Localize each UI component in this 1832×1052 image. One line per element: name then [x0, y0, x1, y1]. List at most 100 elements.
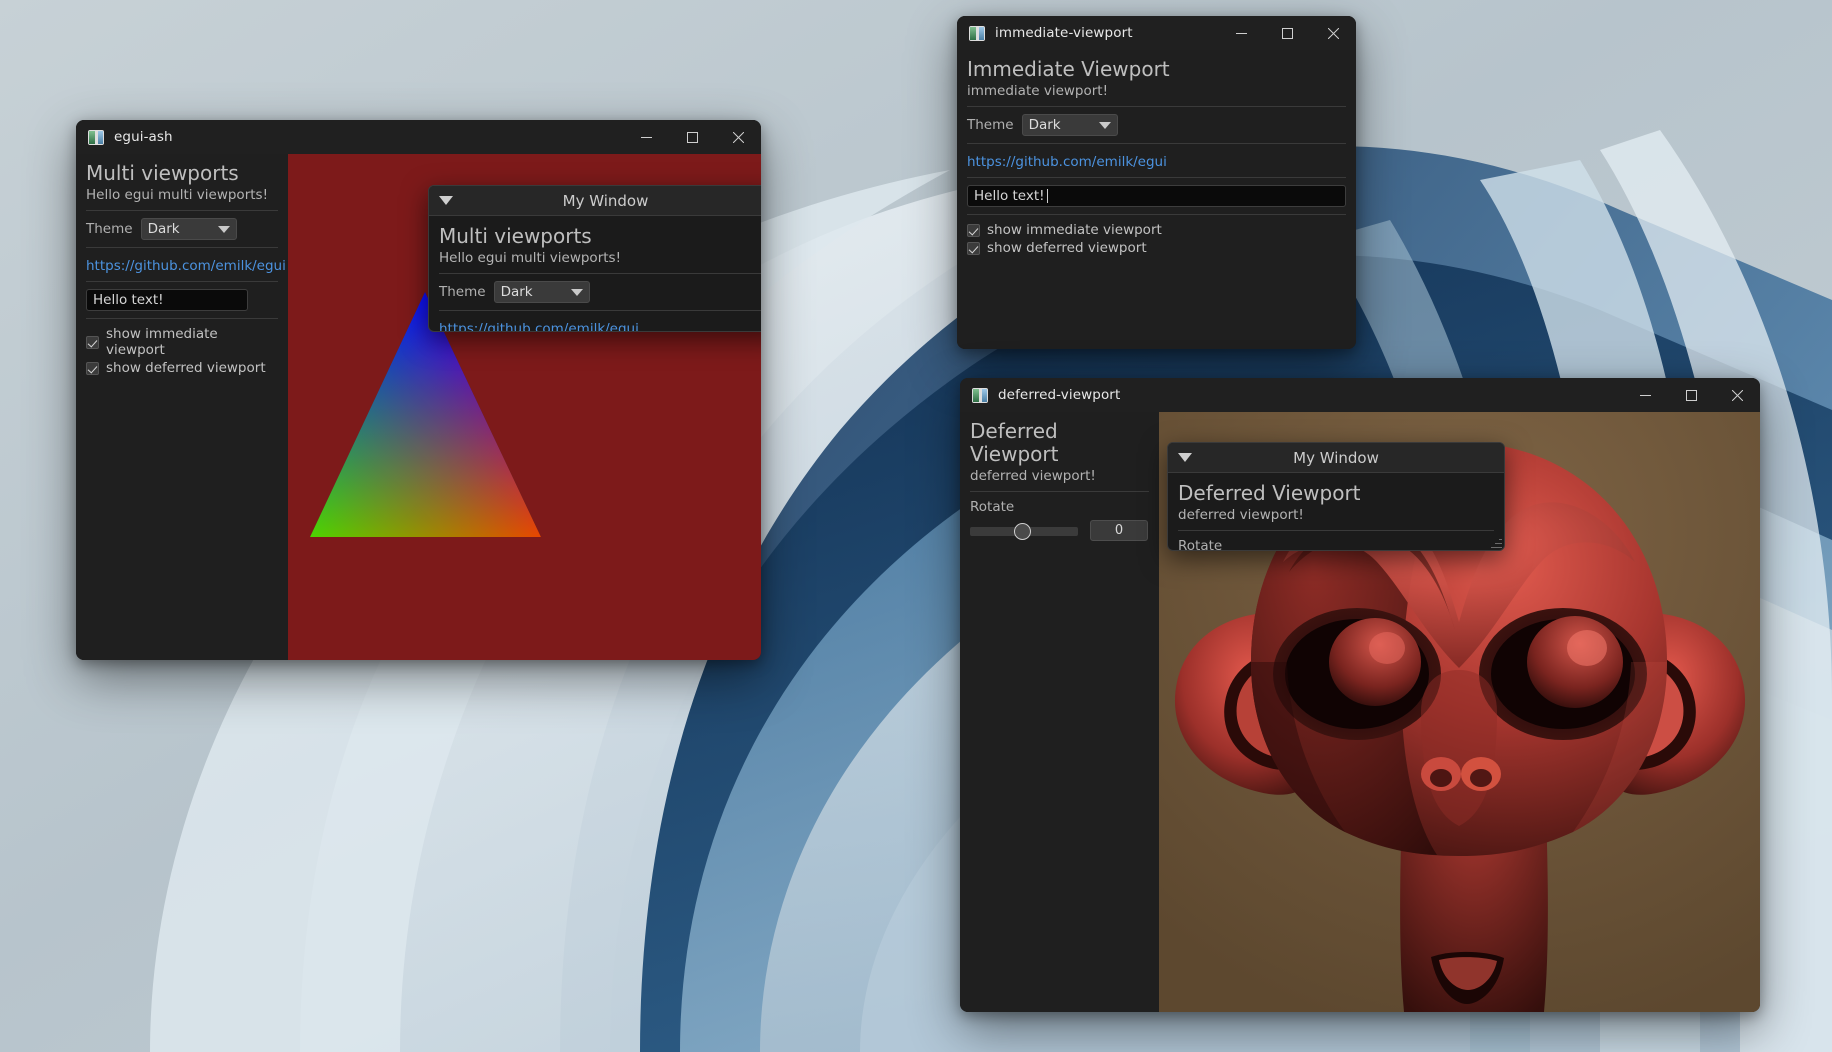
egui-window-title: My Window [562, 191, 649, 210]
slider-knob[interactable] [1014, 522, 1031, 540]
titlebar-immediate-viewport[interactable]: immediate-viewport [957, 16, 1356, 50]
hello-text-input[interactable]: Hello text! [86, 289, 248, 311]
window-title: immediate-viewport [995, 25, 1133, 41]
rotate-control: 0 [970, 520, 1149, 541]
separator [86, 281, 278, 282]
close-button[interactable] [1310, 16, 1356, 50]
checkbox-show-deferred-viewport[interactable]: show deferred viewport [86, 360, 278, 376]
panel-subtitle: Hello egui multi viewports! [86, 187, 268, 203]
collapse-triangle-icon[interactable] [439, 196, 453, 205]
separator [439, 273, 761, 274]
separator [86, 318, 278, 319]
checkbox-show-immediate-viewport[interactable]: show immediate viewport [967, 222, 1346, 238]
separator [967, 106, 1346, 107]
inner-theme-row: Theme Dark [439, 281, 761, 303]
hello-text-value: Hello text! [974, 188, 1045, 204]
hello-text-input[interactable]: Hello text! [967, 185, 1346, 207]
desktop: egui-ash Multi viewports Hello egui mult… [0, 0, 1832, 1052]
app-icon [972, 387, 988, 403]
rotate-label: Rotate [1178, 538, 1223, 551]
checkbox-show-deferred-viewport[interactable]: show deferred viewport [967, 240, 1346, 256]
chevron-down-icon [570, 288, 583, 296]
window-egui-ash[interactable]: egui-ash Multi viewports Hello egui mult… [76, 120, 761, 660]
egui-repo-link[interactable]: https://github.com/emilk/egui [86, 258, 286, 274]
inner-subtitle: deferred viewport! [1178, 507, 1304, 523]
separator [86, 210, 278, 211]
panel-subtitle: deferred viewport! [970, 468, 1096, 484]
panel-subtitle: immediate viewport! [967, 83, 1109, 99]
panel-heading: Multi viewports [86, 161, 239, 185]
separator [1178, 530, 1494, 531]
rotate-label: Rotate [970, 499, 1015, 515]
maximize-button[interactable] [669, 120, 715, 154]
titlebar-deferred-viewport[interactable]: deferred-viewport [960, 378, 1760, 412]
theme-select[interactable]: Dark [140, 218, 237, 240]
egui-window-body: Multi viewports Hello egui multi viewpor… [429, 216, 761, 331]
checkbox-icon [86, 335, 99, 349]
panel-heading: Immediate Viewport [967, 57, 1170, 81]
theme-select[interactable]: Dark [1021, 114, 1118, 136]
minimize-button[interactable] [1218, 16, 1264, 50]
hello-text-value: Hello text! [93, 292, 164, 308]
egui-window-body: Deferred Viewport deferred viewport! Rot… [1168, 473, 1504, 551]
checkbox-label: show immediate viewport [987, 222, 1162, 238]
checkbox-label: show deferred viewport [987, 240, 1147, 256]
close-button[interactable] [1714, 378, 1760, 412]
separator [439, 310, 761, 311]
separator [970, 491, 1149, 492]
app-icon [969, 25, 985, 41]
collapse-triangle-icon[interactable] [1178, 453, 1192, 462]
checkbox-icon [967, 223, 980, 237]
theme-label: Theme [967, 117, 1014, 133]
window-controls [623, 120, 761, 154]
minimize-button[interactable] [623, 120, 669, 154]
minimize-button[interactable] [1622, 378, 1668, 412]
rotate-value-box[interactable]: 0 [1090, 520, 1148, 541]
theme-select[interactable]: Dark [493, 281, 590, 303]
checkbox-show-immediate-viewport[interactable]: show immediate viewport [86, 326, 278, 358]
theme-label: Theme [86, 221, 133, 237]
egui-repo-link[interactable]: https://github.com/emilk/egui [439, 321, 639, 331]
app-icon [88, 129, 104, 145]
window-title: deferred-viewport [998, 387, 1121, 403]
checkbox-label: show immediate viewport [106, 326, 218, 358]
theme-row: Theme Dark [86, 218, 278, 240]
maximize-button[interactable] [1668, 378, 1714, 412]
central-panel-immediate: Immediate Viewport immediate viewport! T… [957, 50, 1356, 349]
inner-subtitle: Hello egui multi viewports! [439, 250, 621, 266]
titlebar-egui-ash[interactable]: egui-ash [76, 120, 761, 154]
theme-select-value: Dark [1028, 117, 1061, 133]
separator [967, 177, 1346, 178]
window-controls [1622, 378, 1760, 412]
maximize-button[interactable] [1264, 16, 1310, 50]
rotate-slider[interactable] [970, 522, 1078, 540]
egui-window-titlebar[interactable]: My Window [1168, 443, 1504, 473]
panel-heading: Deferred Viewport [970, 419, 1059, 466]
inner-heading: Deferred Viewport [1178, 481, 1361, 505]
checkbox-icon [86, 361, 99, 375]
window-deferred-viewport[interactable]: deferred-viewport Deferred Viewport defe… [960, 378, 1760, 1012]
theme-row: Theme Dark [967, 114, 1346, 136]
separator [967, 214, 1346, 215]
separator [86, 247, 278, 248]
checkbox-label: show deferred viewport [106, 360, 266, 376]
egui-repo-link[interactable]: https://github.com/emilk/egui [967, 154, 1167, 170]
theme-select-value: Dark [500, 284, 533, 300]
side-panel-main: Multi viewports Hello egui multi viewpor… [76, 154, 288, 660]
window-controls [1218, 16, 1356, 50]
chevron-down-icon [1098, 121, 1111, 129]
separator [967, 143, 1346, 144]
rotate-value: 0 [1114, 523, 1124, 538]
text-caret [1046, 189, 1049, 203]
side-panel-deferred: Deferred Viewport deferred viewport! Rot… [960, 412, 1159, 1012]
window-title: egui-ash [114, 129, 173, 145]
egui-window-my-window-deferred[interactable]: My Window Deferred Viewport deferred vie… [1167, 442, 1505, 551]
inner-heading: Multi viewports [439, 224, 592, 248]
close-button[interactable] [715, 120, 761, 154]
egui-window-titlebar[interactable]: My Window [429, 186, 761, 216]
window-immediate-viewport[interactable]: immediate-viewport Immediate Viewport im… [957, 16, 1356, 349]
chevron-down-icon [217, 225, 230, 233]
egui-window-my-window-main[interactable]: My Window Multi viewports Hello egui mul… [428, 185, 761, 332]
theme-select-value: Dark [147, 221, 180, 237]
theme-label: Theme [439, 284, 486, 300]
